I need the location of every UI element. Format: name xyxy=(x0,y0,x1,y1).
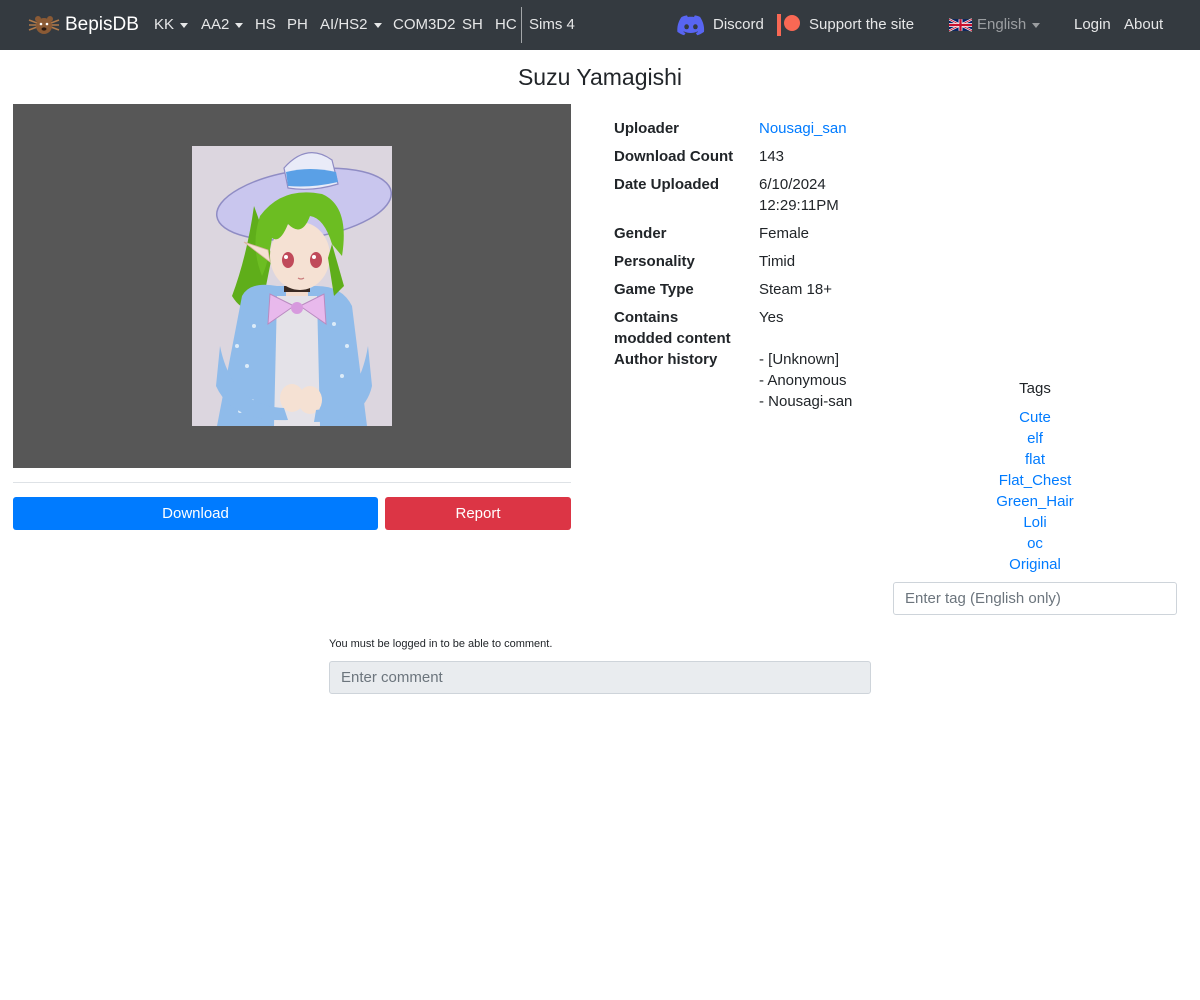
download-count-label: Download Count xyxy=(614,148,734,165)
tag-link-loli[interactable]: Loli xyxy=(893,512,1177,533)
brand-name: BepisDB xyxy=(65,14,139,35)
gender-label: Gender xyxy=(614,225,667,242)
nav-aa2-label: AA2 xyxy=(201,16,230,33)
top-navbar: BepisDB KK AA2 HS PH AI/HS2 COM3D2 SH HC… xyxy=(0,0,1200,50)
about-link[interactable]: About xyxy=(1124,0,1163,50)
tag-link-original[interactable]: Original xyxy=(893,554,1177,575)
bepis-logo-icon xyxy=(28,16,60,34)
uploader-link[interactable]: Nousagi_san xyxy=(759,118,847,139)
nav-kk-dropdown[interactable]: KK xyxy=(154,0,189,50)
nav-sims4-link[interactable]: Sims 4 xyxy=(529,0,575,50)
character-illustration xyxy=(192,146,392,426)
divider xyxy=(13,482,571,483)
patreon-icon[interactable] xyxy=(777,14,801,36)
date-uploaded-label: Date Uploaded xyxy=(614,176,720,193)
report-button[interactable]: Report xyxy=(385,497,571,530)
author-history-item: - Anonymous xyxy=(759,372,847,389)
date-uploaded-date: 6/10/2024 xyxy=(759,176,826,193)
tags-heading: Tags xyxy=(1019,380,1051,397)
download-count-value: 143 xyxy=(759,148,785,165)
modded-content-value: Yes xyxy=(759,309,784,326)
comment-login-notice: You must be logged in to be able to comm… xyxy=(329,638,553,650)
author-history-item: - [Unknown] xyxy=(759,351,840,368)
caret-down-icon xyxy=(1032,22,1041,28)
caret-down-icon xyxy=(180,22,189,28)
tags-list: Cute elf flat Flat_Chest Green_Hair Loli… xyxy=(893,407,1177,575)
card-preview-panel xyxy=(13,104,571,468)
tag-link-elf[interactable]: elf xyxy=(893,428,1177,449)
support-link[interactable]: Support the site xyxy=(809,0,914,50)
nav-hc-link[interactable]: HC xyxy=(495,0,517,50)
uk-flag-icon xyxy=(949,18,972,32)
nav-sh-link[interactable]: SH xyxy=(462,0,483,50)
uploader-label: Uploader xyxy=(614,120,680,137)
nav-hs-link[interactable]: HS xyxy=(255,0,276,50)
tag-link-flat[interactable]: flat xyxy=(893,449,1177,470)
page-title: Suzu Yamagishi xyxy=(517,64,683,90)
caret-down-icon xyxy=(235,22,244,28)
nav-ai-hs2-dropdown[interactable]: AI/HS2 xyxy=(320,0,382,50)
login-link[interactable]: Login xyxy=(1074,0,1111,50)
nav-ai-hs2-label: AI/HS2 xyxy=(320,16,368,33)
tag-link-cute[interactable]: Cute xyxy=(893,407,1177,428)
author-history-label: Author history xyxy=(614,351,718,368)
discord-icon[interactable] xyxy=(677,15,705,36)
nav-kk-label: KK xyxy=(154,16,175,33)
tag-link-flat-chest[interactable]: Flat_Chest xyxy=(893,470,1177,491)
character-card-image[interactable] xyxy=(192,146,392,426)
date-uploaded-time: 12:29:11PM xyxy=(759,197,839,214)
discord-link[interactable]: Discord xyxy=(713,0,764,50)
nav-divider xyxy=(521,7,522,43)
caret-down-icon xyxy=(373,22,382,28)
personality-label: Personality xyxy=(614,253,695,270)
modded-content-label: Contains modded content xyxy=(614,309,731,347)
nav-com3d2-link[interactable]: COM3D2 xyxy=(393,0,456,50)
tag-input[interactable] xyxy=(893,582,1177,615)
language-dropdown[interactable]: English xyxy=(977,0,1041,50)
brand-link[interactable]: BepisDB xyxy=(28,0,139,50)
comment-input[interactable] xyxy=(329,661,871,694)
nav-aa2-dropdown[interactable]: AA2 xyxy=(201,0,244,50)
game-type-value: Steam 18+ xyxy=(759,281,832,298)
download-button[interactable]: Download xyxy=(13,497,378,530)
game-type-label: Game Type xyxy=(614,281,694,298)
tag-link-green-hair[interactable]: Green_Hair xyxy=(893,491,1177,512)
tag-link-oc[interactable]: oc xyxy=(893,533,1177,554)
author-history-item: - Nousagi-san xyxy=(759,393,853,410)
personality-value: Timid xyxy=(759,253,796,270)
gender-value: Female xyxy=(759,225,810,242)
language-label: English xyxy=(977,16,1027,33)
nav-ph-link[interactable]: PH xyxy=(287,0,308,50)
